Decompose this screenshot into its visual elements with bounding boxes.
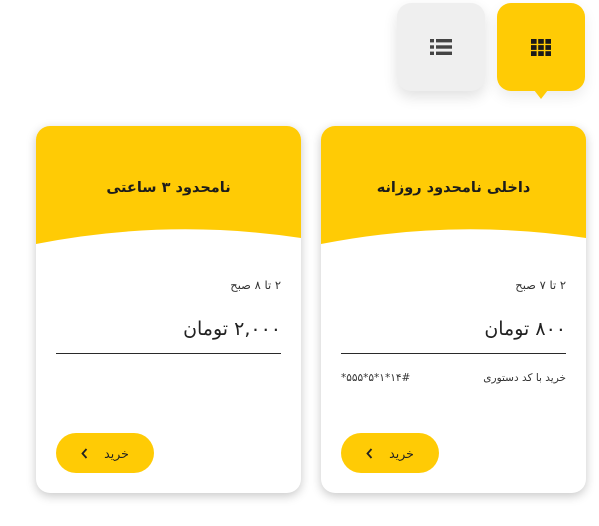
plan-time: ۲ تا ۸ صبح [230,278,281,292]
divider [56,353,281,354]
ussd-code: *۵۵۵*۵*۱*۱۴# [341,372,411,384]
buy-button[interactable]: خرید [56,433,154,473]
ussd-code-label: خرید با کد دستوری [483,372,566,384]
buy-button[interactable]: خرید [341,433,439,473]
plan-time: ۲ تا ۷ صبح [515,278,566,292]
plan-card-daily-unlimited: داخلی نامحدود روزانه ۲ تا ۷ صبح ۸۰۰ توما… [321,126,586,493]
list-icon [430,39,452,55]
card-header: داخلی نامحدود روزانه [321,126,586,251]
chevron-left-icon [81,447,88,459]
plan-price: ۸۰۰ تومان [484,318,566,340]
plan-card-3-hour-unlimited: نامحدود ۳ ساعتی ۲ تا ۸ صبح ۲,۰۰۰ تومان خ… [36,126,301,493]
grid-view-button[interactable] [497,3,585,91]
list-view-button[interactable] [397,3,485,91]
plan-title: داخلی نامحدود روزانه [376,180,531,196]
buy-button-label: خرید [389,445,414,461]
divider [341,353,566,354]
plan-price: ۲,۰۰۰ تومان [183,318,281,340]
buy-button-label: خرید [104,445,129,461]
grid-icon [531,38,551,56]
plan-title: نامحدود ۳ ساعتی [106,180,231,196]
chevron-left-icon [366,447,373,459]
card-header: نامحدود ۳ ساعتی [36,126,301,251]
